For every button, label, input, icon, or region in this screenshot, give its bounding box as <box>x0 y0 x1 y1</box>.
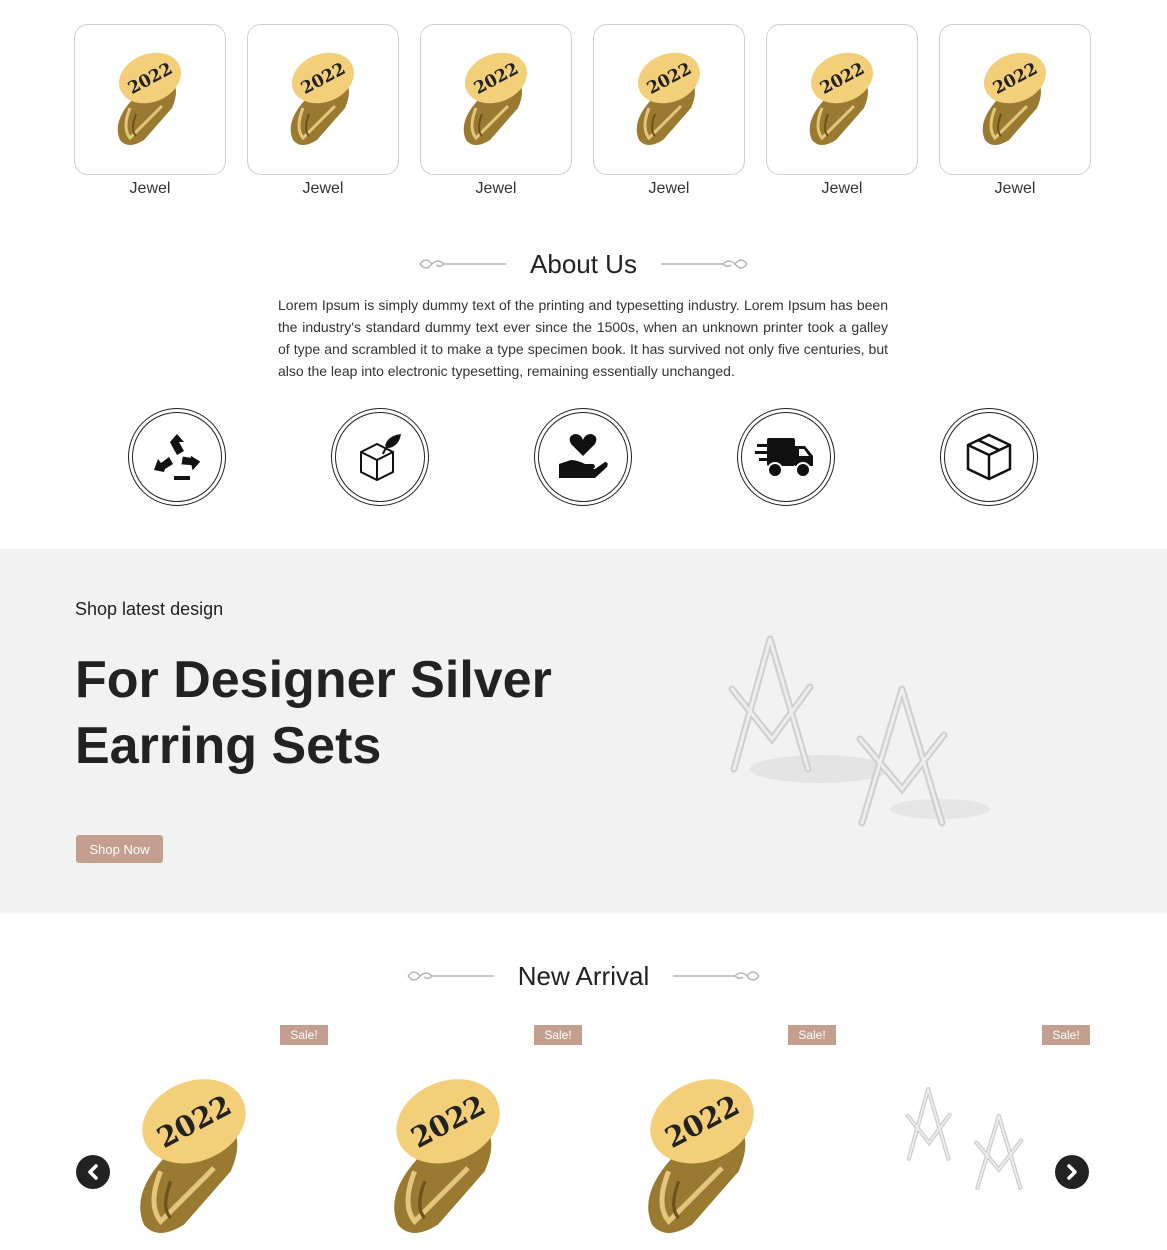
about-text: Lorem Ipsum is simply dummy text of the … <box>278 297 888 379</box>
ornament-right-icon <box>673 971 760 981</box>
feature-eco-box <box>331 408 429 506</box>
ring-icon: 2022 <box>636 52 701 145</box>
category-label[interactable]: Jewel <box>939 180 1091 198</box>
category-label[interactable]: Jewel <box>420 180 572 198</box>
category-label[interactable]: Jewel <box>247 180 399 198</box>
banner-title: For Designer Silver Earring Sets <box>75 651 552 775</box>
ornament-left-icon <box>407 971 494 981</box>
new-arrival-heading: New Arrival <box>0 956 1167 996</box>
product-card[interactable]: Sale! 2022 <box>74 1025 328 1250</box>
product-card[interactable]: Sale! <box>836 1025 1090 1250</box>
sale-badge: Sale! <box>788 1025 836 1045</box>
ring-image[interactable]: 2022 <box>622 1073 782 1243</box>
category-card[interactable]: 2022 Jewel <box>420 24 572 198</box>
chevron-left-icon <box>88 1164 98 1180</box>
carousel-next-button[interactable] <box>1055 1155 1089 1189</box>
category-card[interactable]: 2022 Jewel <box>766 24 918 198</box>
eco-box-icon <box>360 434 401 482</box>
category-image-box[interactable]: 2022 <box>593 24 745 175</box>
category-image-box[interactable]: 2022 <box>420 24 572 175</box>
chevron-right-icon <box>1067 1164 1077 1180</box>
sale-badge: Sale! <box>280 1025 328 1045</box>
shop-now-button[interactable]: Shop Now <box>76 835 163 863</box>
about-heading: About Us <box>0 244 1167 284</box>
category-image-box[interactable]: 2022 <box>939 24 1091 175</box>
category-label[interactable]: Jewel <box>593 180 745 198</box>
category-card[interactable]: 2022 Jewel <box>939 24 1091 198</box>
category-card[interactable]: 2022 Jewel <box>247 24 399 198</box>
package-box-icon <box>966 433 1012 481</box>
ornament-left-icon <box>419 259 507 269</box>
feature-care <box>534 408 632 506</box>
ornament-right-icon <box>660 259 748 269</box>
ring-icon: 2022 <box>117 52 182 145</box>
category-row: 2022 Jewel 2022 Jewel 2022 Jewel 2022 Je… <box>74 24 1091 204</box>
category-label[interactable]: Jewel <box>74 180 226 198</box>
ring-image[interactable]: 2022 <box>368 1073 528 1243</box>
category-label[interactable]: Jewel <box>766 180 918 198</box>
carousel-prev-button[interactable] <box>76 1155 110 1189</box>
feature-package <box>940 408 1038 506</box>
product-card[interactable]: Sale! 2022 <box>582 1025 836 1250</box>
delivery-truck-icon <box>755 438 813 478</box>
silver-earrings-image <box>728 635 990 827</box>
promo-banner: Shop latest design For Designer Silver E… <box>0 549 1167 913</box>
new-arrival-title: New Arrival <box>517 960 650 991</box>
heart-hand-icon <box>559 434 608 478</box>
ring-icon: 2022 <box>809 52 874 145</box>
category-card[interactable]: 2022 Jewel <box>74 24 226 198</box>
product-card[interactable]: Sale! 2022 <box>328 1025 582 1250</box>
recycle-icon <box>154 434 201 480</box>
banner-subtitle: Shop latest design <box>75 599 224 619</box>
silver-earrings-image[interactable] <box>896 1075 1046 1205</box>
about-title: About Us <box>530 248 637 279</box>
sale-badge: Sale! <box>1042 1025 1090 1045</box>
ring-icon: 2022 <box>290 52 355 145</box>
category-image-box[interactable]: 2022 <box>766 24 918 175</box>
feature-recycle <box>128 408 226 506</box>
category-card[interactable]: 2022 Jewel <box>593 24 745 198</box>
feature-delivery <box>737 408 835 506</box>
ring-icon: 2022 <box>982 52 1047 145</box>
ring-icon: 2022 <box>463 52 528 145</box>
category-image-box[interactable]: 2022 <box>74 24 226 175</box>
product-carousel: Sale! 2022 Sale! 2022 Sale! 2022 Sale! <box>74 1025 1090 1250</box>
feature-icons-row <box>128 408 1038 508</box>
sale-badge: Sale! <box>534 1025 582 1045</box>
category-image-box[interactable]: 2022 <box>247 24 399 175</box>
ring-image[interactable]: 2022 <box>114 1073 274 1243</box>
